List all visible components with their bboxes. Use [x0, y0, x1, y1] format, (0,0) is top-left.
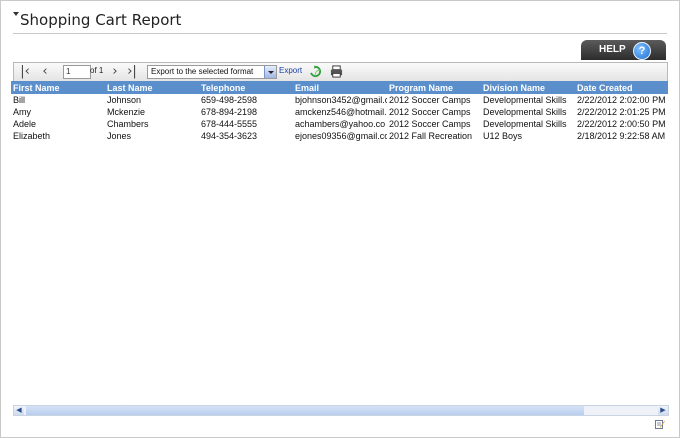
report-table: First Name Last Name Telephone Email Pro…	[11, 81, 668, 142]
cell-telephone: 678-894-2198	[201, 107, 258, 117]
column-header-date-created[interactable]: Date Created	[575, 81, 668, 94]
cell-telephone: 494-354-3623	[201, 131, 258, 141]
page-count-label: of 1	[90, 66, 104, 75]
column-header-division-name[interactable]: Division Name	[481, 81, 575, 94]
cell-last-name: Chambers	[107, 119, 149, 129]
table-row: Elizabeth Jones 494-354-3623 ejones09356…	[11, 130, 668, 142]
table-row: Bill Johnson 659-498-2598 bjohnson3452@g…	[11, 94, 668, 106]
cell-last-name: Mckenzie	[107, 107, 146, 117]
cell-date-created: 2/18/2012 9:22:58 AM	[577, 131, 666, 141]
cell-first-name: Adele	[13, 119, 37, 129]
cell-email: bjohnson3452@gmail.c	[295, 95, 387, 105]
scroll-right-icon[interactable]: ▶	[658, 406, 668, 415]
report-toolbar: |‹ ‹ 1 of 1 › ›| Export to the selected …	[13, 62, 668, 82]
cell-last-name: Johnson	[107, 95, 142, 105]
cell-email: amckenz546@hotmail.c	[295, 107, 387, 117]
refresh-icon[interactable]	[309, 65, 322, 78]
column-header-program-name[interactable]: Program Name	[387, 81, 481, 94]
scrollbar-thumb[interactable]	[26, 406, 584, 415]
column-header-last-name[interactable]: Last Name	[105, 81, 199, 94]
cell-division-name: Developmental Skills	[483, 95, 567, 105]
cell-telephone: 659-498-2598	[201, 95, 258, 105]
page-number-input[interactable]: 1	[63, 65, 91, 79]
cell-first-name: Bill	[13, 95, 26, 105]
scroll-left-icon[interactable]: ◀	[14, 406, 24, 415]
help-button[interactable]: HELP ?	[581, 40, 666, 60]
export-format-value: Export to the selected format	[151, 67, 254, 76]
first-page-icon[interactable]: |‹	[18, 64, 32, 80]
export-button[interactable]: Export	[279, 66, 302, 75]
cell-last-name: Jones	[107, 131, 132, 141]
cell-program-name: 2012 Fall Recreation	[389, 131, 473, 141]
table-row: Adele Chambers 678-444-5555 achambers@ya…	[11, 118, 668, 130]
chevron-down-icon[interactable]	[264, 66, 276, 78]
cell-email: ejones09356@gmail.co	[295, 131, 387, 141]
report-window: Shopping Cart Report HELP ? |‹ ‹ 1 of 1 …	[0, 0, 680, 438]
cell-division-name: Developmental Skills	[483, 119, 567, 129]
cell-program-name: 2012 Soccer Camps	[389, 119, 471, 129]
cell-division-name: U12 Boys	[483, 131, 523, 141]
previous-page-icon[interactable]: ‹	[38, 64, 52, 80]
cell-email: achambers@yahoo.co	[295, 119, 386, 129]
cell-first-name: Amy	[13, 107, 31, 117]
edit-note-icon[interactable]	[655, 419, 665, 429]
table-header-row: First Name Last Name Telephone Email Pro…	[11, 81, 668, 94]
cell-date-created: 2/22/2012 2:00:50 PM	[577, 119, 666, 129]
help-question-icon: ?	[633, 42, 651, 60]
cell-program-name: 2012 Soccer Camps	[389, 95, 471, 105]
column-header-email[interactable]: Email	[293, 81, 387, 94]
collapse-caret-icon[interactable]	[13, 12, 19, 16]
last-page-icon[interactable]: ›|	[125, 64, 139, 80]
help-label: HELP	[599, 44, 626, 55]
column-header-telephone[interactable]: Telephone	[199, 81, 293, 94]
column-header-first-name[interactable]: First Name	[11, 81, 105, 94]
cell-first-name: Elizabeth	[13, 131, 51, 141]
horizontal-scrollbar[interactable]: ◀ ▶	[13, 405, 669, 416]
page-title: Shopping Cart Report	[20, 11, 182, 29]
table-row: Amy Mckenzie 678-894-2198 amckenz546@hot…	[11, 106, 668, 118]
title-bar: Shopping Cart Report	[13, 9, 667, 34]
next-page-icon[interactable]: ›	[108, 64, 122, 80]
cell-date-created: 2/22/2012 2:02:00 PM	[577, 95, 666, 105]
print-icon[interactable]	[330, 65, 343, 78]
cell-program-name: 2012 Soccer Camps	[389, 107, 471, 117]
cell-division-name: Developmental Skills	[483, 107, 567, 117]
cell-date-created: 2/22/2012 2:01:25 PM	[577, 107, 666, 117]
cell-telephone: 678-444-5555	[201, 119, 258, 129]
export-format-select[interactable]: Export to the selected format	[147, 65, 277, 79]
